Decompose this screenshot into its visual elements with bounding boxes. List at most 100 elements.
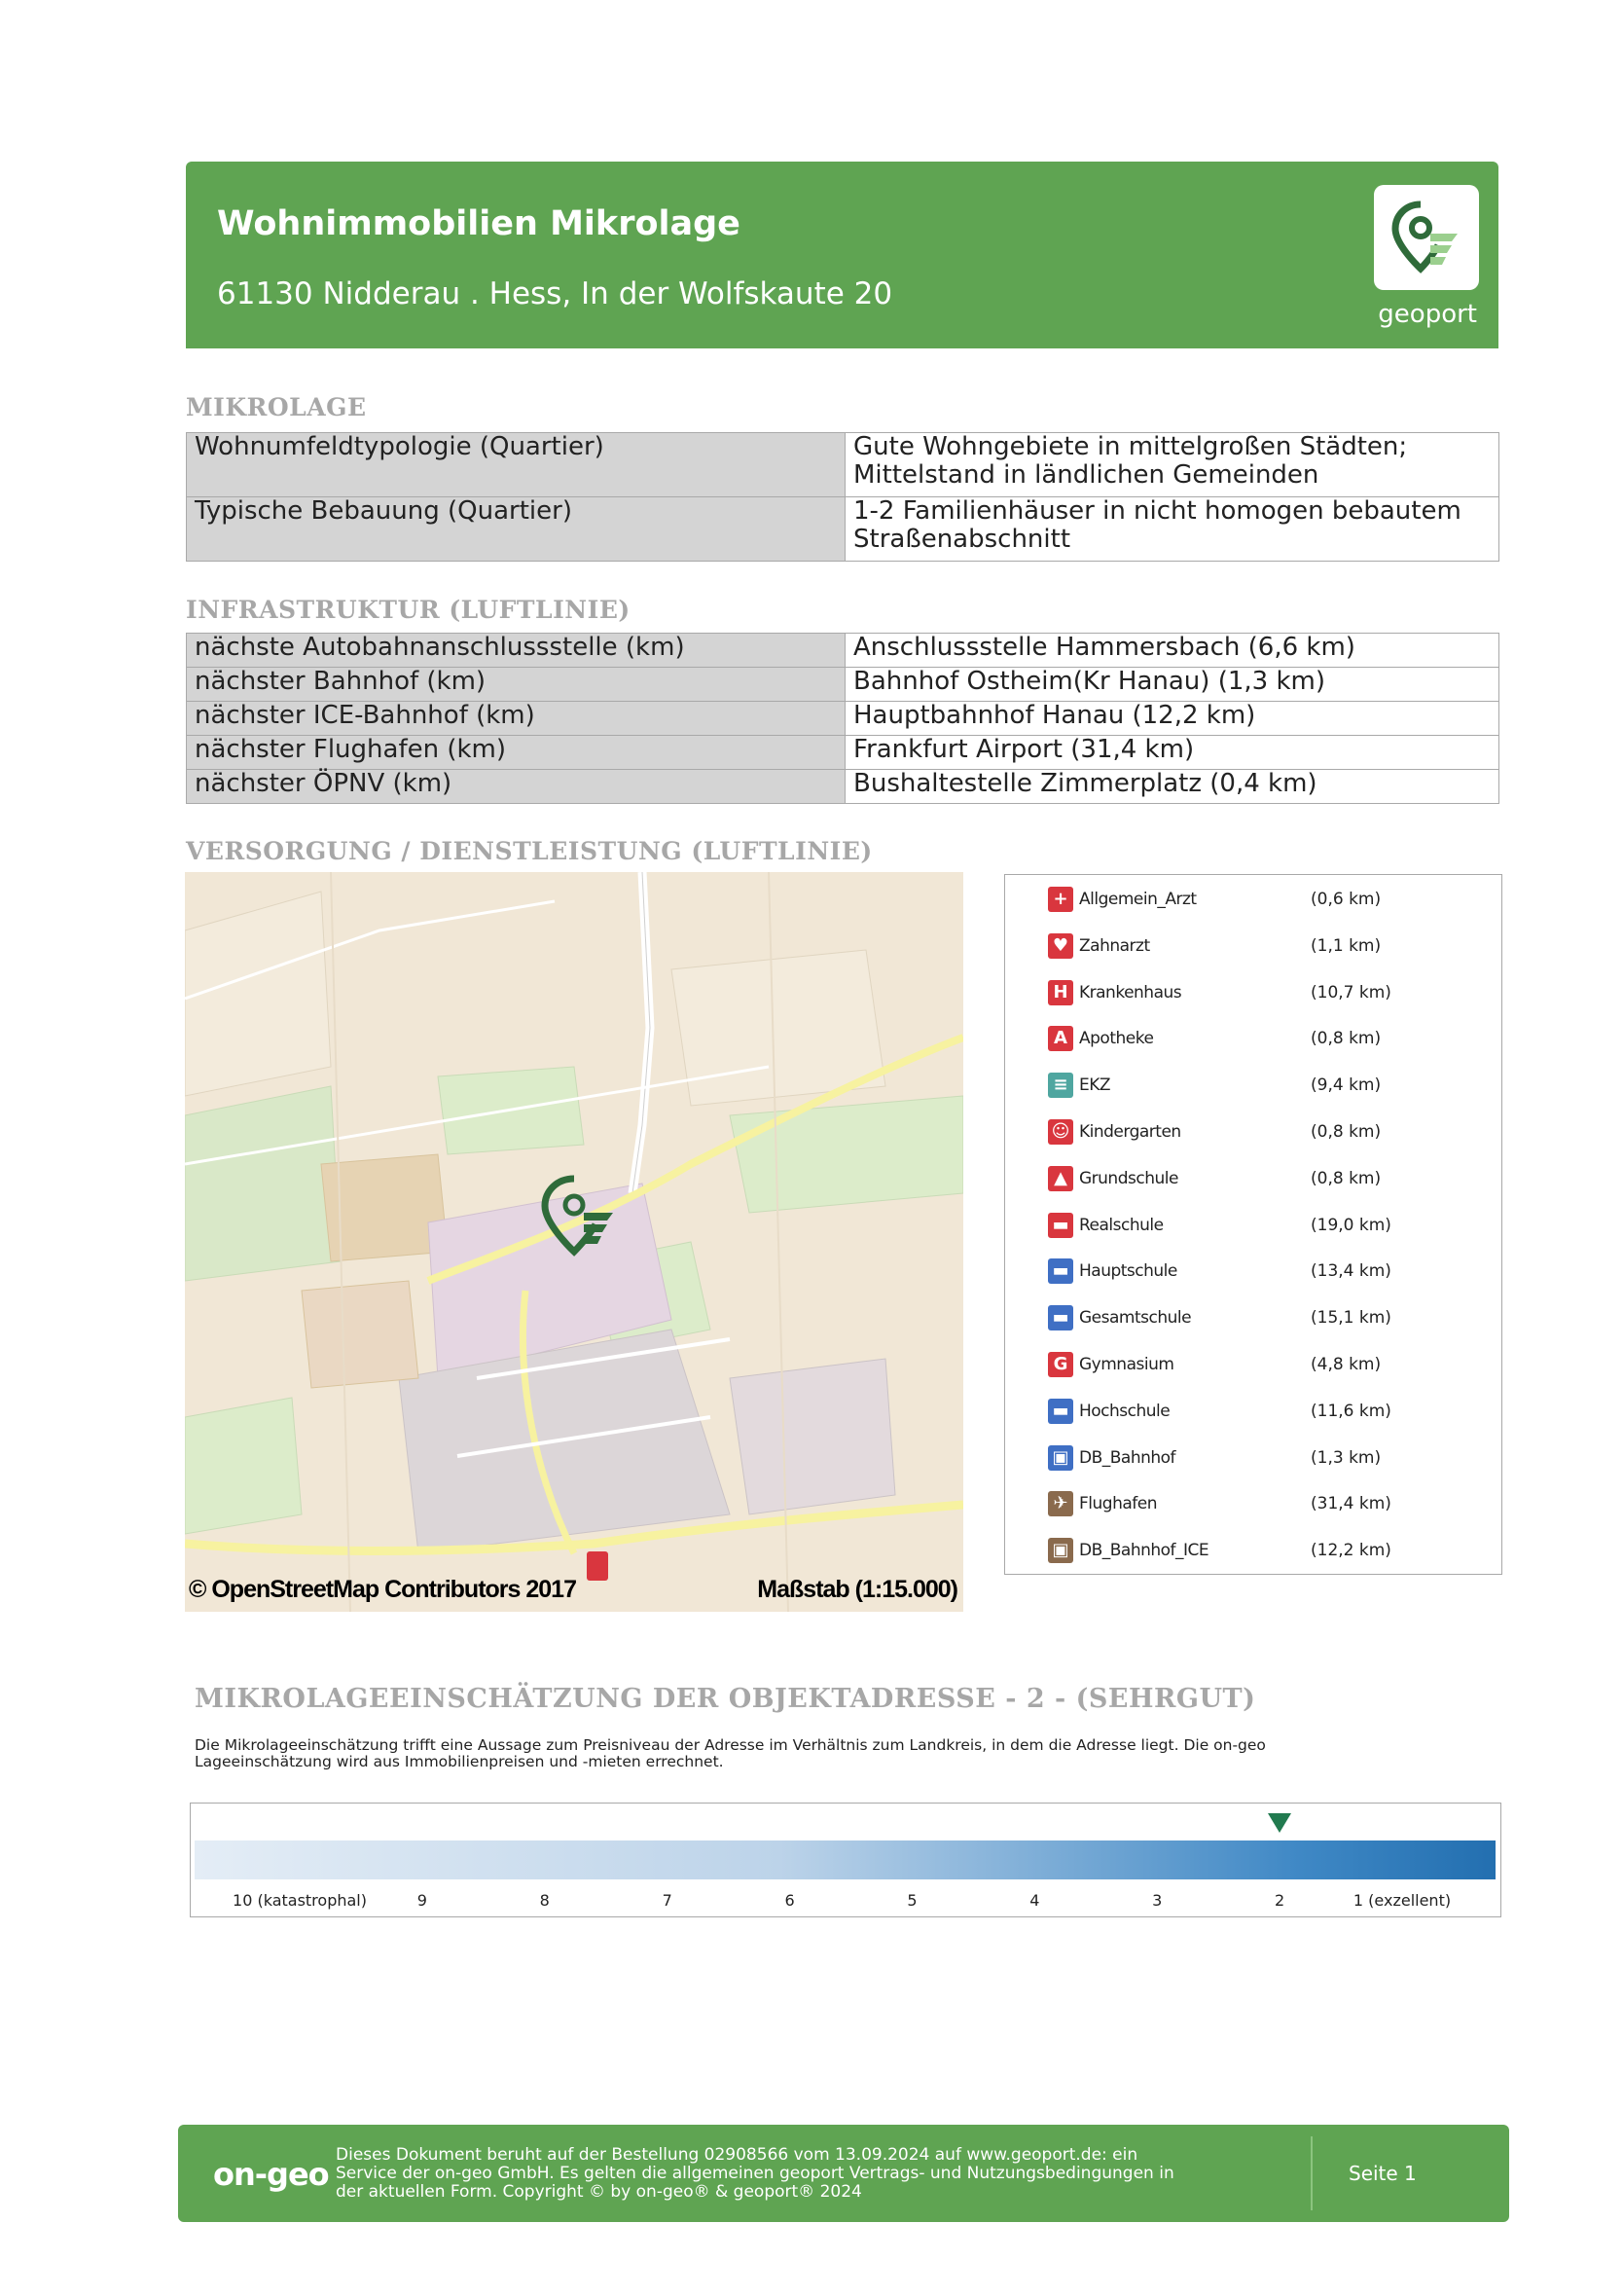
poi-item: ☺ Kindergarten (0,8 km): [1048, 1119, 1476, 1148]
assessment-title: MIKROLAGEEINSCHÄTZUNG DER OBJEKTADRESSE …: [195, 1684, 1256, 1714]
poi-distance: (13,4 km): [1311, 1261, 1391, 1282]
value-line: Straßenabschnitt: [853, 525, 1071, 554]
scale-label: 9: [416, 1891, 427, 1910]
poi-distance: (0,8 km): [1311, 1029, 1382, 1049]
table-value: Hauptbahnhof Hanau (12,2 km): [845, 701, 1499, 736]
poi-name: DB_Bahnhof_ICE: [1079, 1541, 1209, 1561]
table-row: nächster ÖPNV (km) Bushaltestelle Zimmer…: [186, 769, 1499, 804]
table-value: Anschlussstelle Hammersbach (6,6 km): [845, 633, 1499, 668]
poi-item: ✈ Flughafen (31,4 km): [1048, 1491, 1476, 1520]
hauptschule-icon: ▬: [1048, 1258, 1073, 1285]
poi-distance: (4,8 km): [1311, 1355, 1382, 1374]
kindergarten-icon: ☺: [1048, 1119, 1073, 1145]
geoport-logo-text: geoport: [1378, 300, 1477, 329]
airport-icon: ✈: [1048, 1491, 1073, 1517]
table-key: nächster ÖPNV (km): [186, 769, 846, 804]
poi-distance: (19,0 km): [1311, 1215, 1391, 1235]
poi-distance: (10,7 km): [1311, 982, 1391, 1002]
report-address: 61130 Nidderau . Hess, In der Wolfskaute…: [217, 276, 893, 311]
description-line: Die Mikrolageeinschätzung trifft eine Au…: [195, 1736, 1266, 1754]
poi-item: ▬ Hochschule (11,6 km): [1048, 1398, 1476, 1428]
value-line: 1-2 Familienhäuser in nicht homogen beba…: [853, 496, 1461, 526]
versorgung-heading: VERSORGUNG / DIENSTLEISTUNG (LUFTLINIE): [186, 837, 873, 865]
doctor-icon: +: [1048, 887, 1073, 912]
shopping-icon: ≡: [1048, 1073, 1073, 1099]
scale-label: 4: [1029, 1891, 1040, 1910]
poi-item: ▬ Hauptschule (13,4 km): [1048, 1258, 1476, 1288]
poi-item: ▣ DB_Bahnhof_ICE (12,2 km): [1048, 1538, 1476, 1567]
poi-item: ▬ Realschule (19,0 km): [1048, 1212, 1476, 1242]
report-title: Wohnimmobilien Mikrolage: [217, 204, 740, 243]
footer-line: Service der on-geo GmbH. Es gelten die a…: [336, 2164, 1174, 2183]
poi-item: ▬ Gesamtschule (15,1 km): [1048, 1305, 1476, 1334]
assessment-description: Die Mikrolageeinschätzung trifft eine Au…: [195, 1737, 1421, 1770]
university-icon: ▬: [1048, 1398, 1073, 1424]
poi-legend: + Allgemein_Arzt (0,6 km) ♥ Zahnarzt (1,1 km)…: [1004, 874, 1502, 1575]
scale-label: 8: [539, 1891, 550, 1910]
infrastruktur-table: nächste Autobahnanschlussstelle (km) Ans…: [186, 633, 1499, 804]
description-line: Lageeinschätzung wird aus Immobilienprei…: [195, 1753, 724, 1770]
scale-label: 6: [784, 1891, 795, 1910]
poi-item: ▲ Grundschule (0,8 km): [1048, 1165, 1476, 1195]
footer-line: der aktuellen Form. Copyright © by on-ge…: [336, 2182, 862, 2202]
poi-distance: (15,1 km): [1311, 1308, 1391, 1329]
table-value: Frankfurt Airport (31,4 km): [845, 735, 1499, 770]
poi-distance: (0,8 km): [1311, 1168, 1382, 1188]
poi-name: Grundschule: [1079, 1168, 1178, 1188]
poi-name: Kindergarten: [1079, 1122, 1181, 1142]
realschule-icon: ▬: [1048, 1212, 1073, 1238]
poi-item: A Apotheke (0,8 km): [1048, 1026, 1476, 1055]
poi-name: Gymnasium: [1079, 1355, 1174, 1374]
table-value: Gute Wohngebiete in mittelgroßen Städten…: [845, 432, 1499, 497]
primary-school-icon: ▲: [1048, 1165, 1073, 1191]
poi-distance: (31,4 km): [1311, 1494, 1391, 1514]
table-value: Bushaltestelle Zimmerplatz (0,4 km): [845, 769, 1499, 804]
value-line: Mittelstand in ländlichen Gemeinden: [853, 460, 1319, 490]
table-row: nächste Autobahnanschlussstelle (km) Ans…: [186, 633, 1499, 668]
pharmacy-icon: A: [1048, 1026, 1073, 1052]
gesamtschule-icon: ▬: [1048, 1305, 1073, 1331]
poi-item: H Krankenhaus (10,7 km): [1048, 979, 1476, 1009]
poi-distance: (0,8 km): [1311, 1122, 1382, 1142]
report-header: Wohnimmobilien Mikrolage 61130 Nidderau …: [186, 162, 1498, 348]
rating-marker-icon: [1268, 1813, 1292, 1833]
poi-item: ♥ Zahnarzt (1,1 km): [1048, 932, 1476, 963]
geoport-logo-icon: [1374, 185, 1479, 290]
poi-item: ≡ EKZ (9,4 km): [1048, 1073, 1476, 1102]
footer-divider: [1311, 2136, 1313, 2210]
scale-label: 1 (exzellent): [1352, 1891, 1452, 1910]
table-row: Wohnumfeldtypologie (Quartier) Gute Wohn…: [186, 432, 1499, 497]
poi-name: DB_Bahnhof: [1079, 1447, 1176, 1468]
footer-notice: Dieses Dokument beruht auf der Bestellun…: [336, 2146, 1260, 2202]
ice-station-icon: ▣: [1048, 1538, 1073, 1564]
poi-distance: (11,6 km): [1311, 1401, 1391, 1421]
page-footer: on-geo Dieses Dokument beruht auf der Be…: [178, 2125, 1509, 2222]
scale-label: 7: [662, 1891, 672, 1910]
scale-label: 2: [1275, 1891, 1285, 1910]
mikrolage-heading: MIKROLAGE: [186, 393, 367, 421]
table-row: nächster ICE-Bahnhof (km) Hauptbahnhof H…: [186, 701, 1499, 736]
poi-name: Gesamtschule: [1079, 1308, 1192, 1329]
gymnasium-icon: G: [1048, 1352, 1073, 1377]
table-value: 1-2 Familienhäuser in nicht homogen beba…: [845, 496, 1499, 562]
location-map[interactable]: © OpenStreetMap Contributors 2017 Maßsta…: [185, 872, 963, 1612]
poi-item: + Allgemein_Arzt (0,6 km): [1048, 887, 1476, 916]
poi-distance: (1,1 km): [1311, 935, 1382, 956]
map-scale: Maßstab (1:15.000): [757, 1576, 958, 1603]
poi-distance: (1,3 km): [1311, 1447, 1382, 1468]
poi-name: Hauptschule: [1079, 1261, 1177, 1282]
poi-item: G Gymnasium (4,8 km): [1048, 1352, 1476, 1381]
poi-name: Flughafen: [1079, 1494, 1157, 1514]
value-line: Gute Wohngebiete in mittelgroßen Städten…: [853, 432, 1408, 461]
scale-label: 5: [907, 1891, 918, 1910]
train-station-icon: ▣: [1048, 1444, 1073, 1471]
scale-label: 3: [1152, 1891, 1163, 1910]
table-key: nächster Flughafen (km): [186, 735, 846, 770]
poi-distance: (12,2 km): [1311, 1541, 1391, 1561]
scale-label: 10 (katastrophal): [233, 1891, 367, 1910]
table-row: nächster Bahnhof (km) Bahnhof Ostheim(Kr…: [186, 667, 1499, 702]
poi-distance: (9,4 km): [1311, 1075, 1382, 1096]
table-key: nächster ICE-Bahnhof (km): [186, 701, 846, 736]
poi-item: ▣ DB_Bahnhof (1,3 km): [1048, 1444, 1476, 1475]
table-key: nächster Bahnhof (km): [186, 667, 846, 702]
